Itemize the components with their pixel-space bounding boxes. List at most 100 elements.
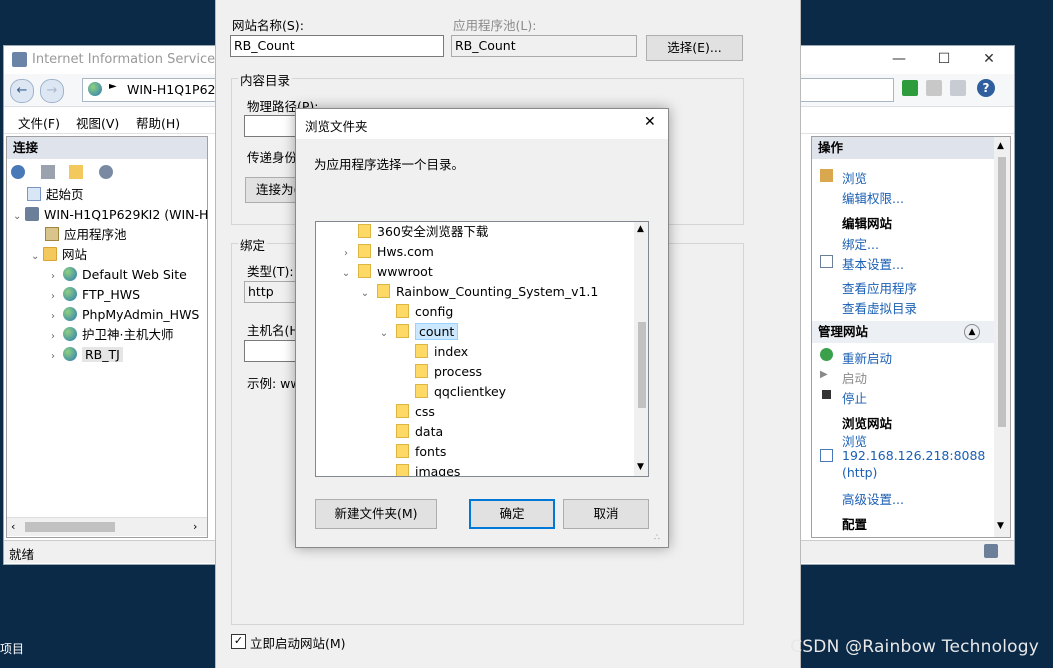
- cancel-button[interactable]: 取消: [563, 499, 649, 529]
- chevron-right-icon[interactable]: ›: [51, 288, 63, 306]
- action-edit-permissions[interactable]: 编辑权限...: [842, 188, 904, 207]
- close-icon[interactable]: ✕: [644, 114, 656, 130]
- folder-item[interactable]: qqclientkey: [397, 382, 506, 402]
- breadcrumb-server[interactable]: WIN-H1Q1P629: [127, 82, 223, 97]
- home-icon[interactable]: [950, 80, 966, 96]
- folder-item[interactable]: › Hws.com: [340, 242, 434, 262]
- connect-icon[interactable]: [11, 165, 25, 179]
- tree-item-site[interactable]: › Default Web Site: [51, 266, 187, 284]
- menu-view[interactable]: 视图(V): [76, 113, 119, 132]
- maximize-button[interactable]: ☐: [924, 48, 964, 70]
- chevron-down-icon[interactable]: ⌄: [378, 324, 390, 344]
- start-immediately-label: 立即启动网站(M): [250, 636, 346, 651]
- chevron-right-icon[interactable]: ›: [51, 348, 63, 366]
- collapse-icon[interactable]: ▲: [964, 324, 980, 340]
- ok-button[interactable]: 确定: [469, 499, 555, 529]
- menu-file[interactable]: 文件(F): [18, 113, 60, 132]
- close-button[interactable]: ✕: [969, 48, 1009, 70]
- folder-item[interactable]: 360安全浏览器下载: [340, 222, 488, 242]
- action-view-virtual-dirs[interactable]: 查看虚拟目录: [842, 298, 917, 317]
- chevron-down-icon[interactable]: ⌄: [31, 248, 43, 266]
- chevron-down-icon[interactable]: ⌄: [359, 284, 371, 304]
- chevron-down-icon[interactable]: ⌄: [340, 264, 352, 284]
- scroll-down-icon[interactable]: ▼: [997, 521, 1004, 531]
- help-icon[interactable]: ?: [977, 79, 995, 97]
- folder-item[interactable]: index: [397, 342, 468, 362]
- save-icon[interactable]: [41, 165, 55, 179]
- scroll-thumb[interactable]: [638, 322, 646, 408]
- folder-item[interactable]: process: [397, 362, 482, 382]
- scroll-thumb[interactable]: [998, 157, 1006, 427]
- chevron-right-icon[interactable]: ›: [340, 244, 352, 264]
- up-folder-icon[interactable]: [69, 165, 83, 179]
- tree-item-sites[interactable]: ⌄ 网站: [31, 246, 87, 264]
- site-name-input[interactable]: RB_Count: [230, 35, 444, 57]
- back-arrow-icon[interactable]: ←: [10, 79, 34, 103]
- action-bindings[interactable]: 绑定...: [842, 234, 879, 253]
- select-app-pool-button[interactable]: 选择(E)...: [646, 35, 743, 61]
- action-browse-url[interactable]: 192.168.126.218:8088: [842, 448, 985, 463]
- server-icon: [25, 207, 39, 221]
- chevron-right-icon[interactable]: ›: [51, 268, 63, 286]
- actions-vertical-scrollbar[interactable]: ▲ ▼: [994, 137, 1010, 537]
- scroll-left-icon[interactable]: ‹: [11, 520, 15, 533]
- tree-item-start-page[interactable]: 起始页: [27, 186, 84, 204]
- folder-icon: [396, 464, 409, 476]
- folder-item[interactable]: ⌄ Rainbow_Counting_System_v1.1: [359, 282, 598, 302]
- config-heading: 配置: [842, 517, 868, 532]
- menu-help[interactable]: 帮助(H): [136, 113, 180, 132]
- folder-item-selected[interactable]: ⌄ count: [378, 322, 459, 344]
- scroll-right-icon[interactable]: ›: [193, 520, 197, 533]
- chevron-down-icon[interactable]: ⌄: [13, 208, 25, 226]
- stop-icon[interactable]: [926, 80, 942, 96]
- action-stop[interactable]: 停止: [842, 388, 867, 407]
- tree-item-site[interactable]: › PhpMyAdmin_HWS: [51, 306, 199, 324]
- forward-arrow-icon[interactable]: →: [40, 79, 64, 103]
- new-folder-button[interactable]: 新建文件夹(M): [315, 499, 437, 529]
- refresh-icon[interactable]: [902, 80, 918, 96]
- edit-site-heading: 编辑网站: [842, 216, 893, 231]
- action-start[interactable]: 启动: [842, 368, 867, 387]
- tree-item-app-pools[interactable]: 应用程序池: [45, 226, 127, 244]
- status-text: 就绪: [9, 547, 35, 562]
- action-restart[interactable]: 重新启动: [842, 348, 892, 367]
- chevron-right-icon[interactable]: ›: [51, 328, 63, 346]
- actions-header: 操作: [812, 137, 994, 159]
- folder-label: data: [415, 424, 444, 439]
- browse-site-heading: 浏览网站: [842, 416, 893, 431]
- scroll-down-icon[interactable]: ▼: [637, 462, 644, 472]
- horizontal-scrollbar[interactable]: ‹ ›: [7, 517, 207, 536]
- tree-item-site[interactable]: › 护卫神·主机大师: [51, 326, 173, 344]
- resize-grip-icon[interactable]: ∴: [654, 533, 660, 543]
- folder-icon: [358, 224, 371, 238]
- scroll-thumb[interactable]: [25, 522, 115, 532]
- start-immediately-checkbox[interactable]: ✓: [231, 634, 246, 649]
- manage-site-section[interactable]: 管理网站 ▲: [812, 321, 994, 343]
- connections-header: 连接: [7, 137, 207, 159]
- scroll-up-icon[interactable]: ▲: [637, 224, 644, 234]
- scroll-up-icon[interactable]: ▲: [997, 141, 1004, 151]
- minimize-button[interactable]: —: [879, 48, 919, 70]
- browse-icon: [820, 169, 833, 182]
- action-browse[interactable]: 浏览: [842, 168, 867, 187]
- tree-item-site[interactable]: › FTP_HWS: [51, 286, 140, 304]
- folder-item[interactable]: ⌄ wwwroot: [340, 262, 433, 282]
- disconnect-icon[interactable]: [99, 165, 113, 179]
- folder-item[interactable]: css: [378, 402, 435, 422]
- folder-item[interactable]: images: [378, 462, 460, 476]
- folder-item[interactable]: fonts: [378, 442, 446, 462]
- chevron-right-icon[interactable]: ›: [51, 308, 63, 326]
- folder-item[interactable]: data: [378, 422, 443, 442]
- action-advanced-settings[interactable]: 高级设置...: [842, 489, 904, 508]
- action-view-applications[interactable]: 查看应用程序: [842, 278, 917, 297]
- action-basic-settings[interactable]: 基本设置...: [842, 254, 904, 273]
- folder-item[interactable]: config: [378, 302, 453, 322]
- type-label: 类型(T):: [247, 264, 294, 279]
- tree-item-site-selected[interactable]: › RB_TJ: [51, 346, 123, 364]
- folder-label: wwwroot: [377, 264, 433, 279]
- folder-tree[interactable]: 360安全浏览器下载 › Hws.com ⌄ wwwroot ⌄ Rainbow_Count…: [315, 221, 649, 477]
- tree-item-server[interactable]: ⌄ WIN-H1Q1P629KI2 (WIN-H: [13, 206, 208, 224]
- folder-icon: [396, 424, 409, 438]
- binding-label: 绑定: [238, 235, 268, 254]
- browse-url-protocol[interactable]: (http): [842, 465, 877, 480]
